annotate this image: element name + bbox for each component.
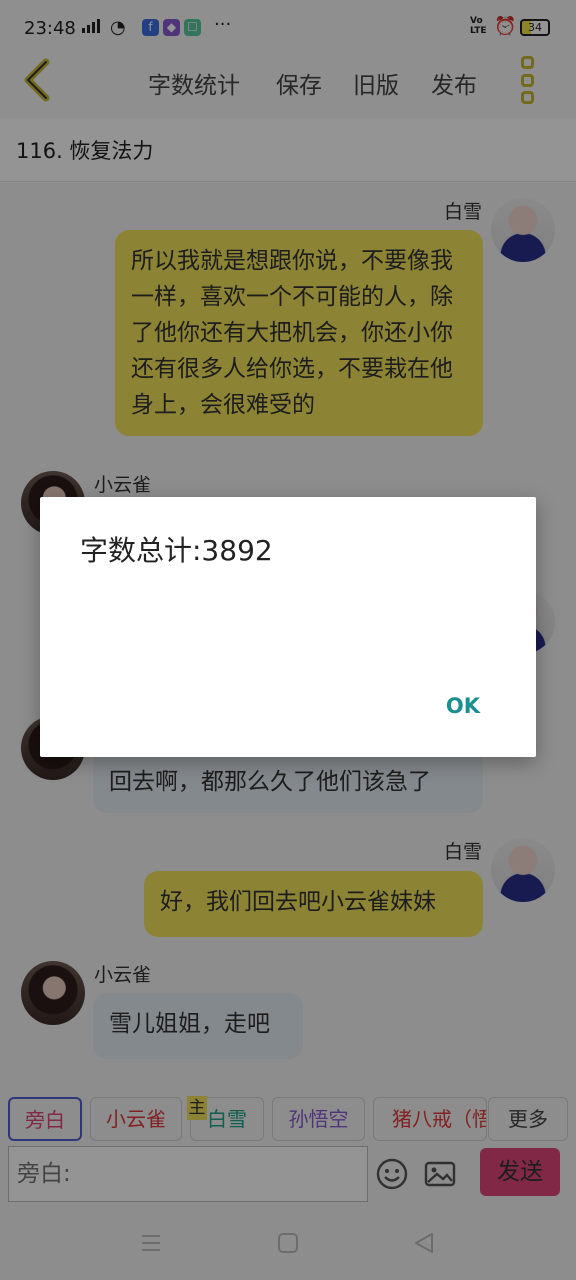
word-count-dialog: 字数总计:3892 OK <box>40 497 536 757</box>
dialog-message: 字数总计:3892 <box>80 534 273 567</box>
dialog-ok-button[interactable]: OK <box>446 694 480 718</box>
